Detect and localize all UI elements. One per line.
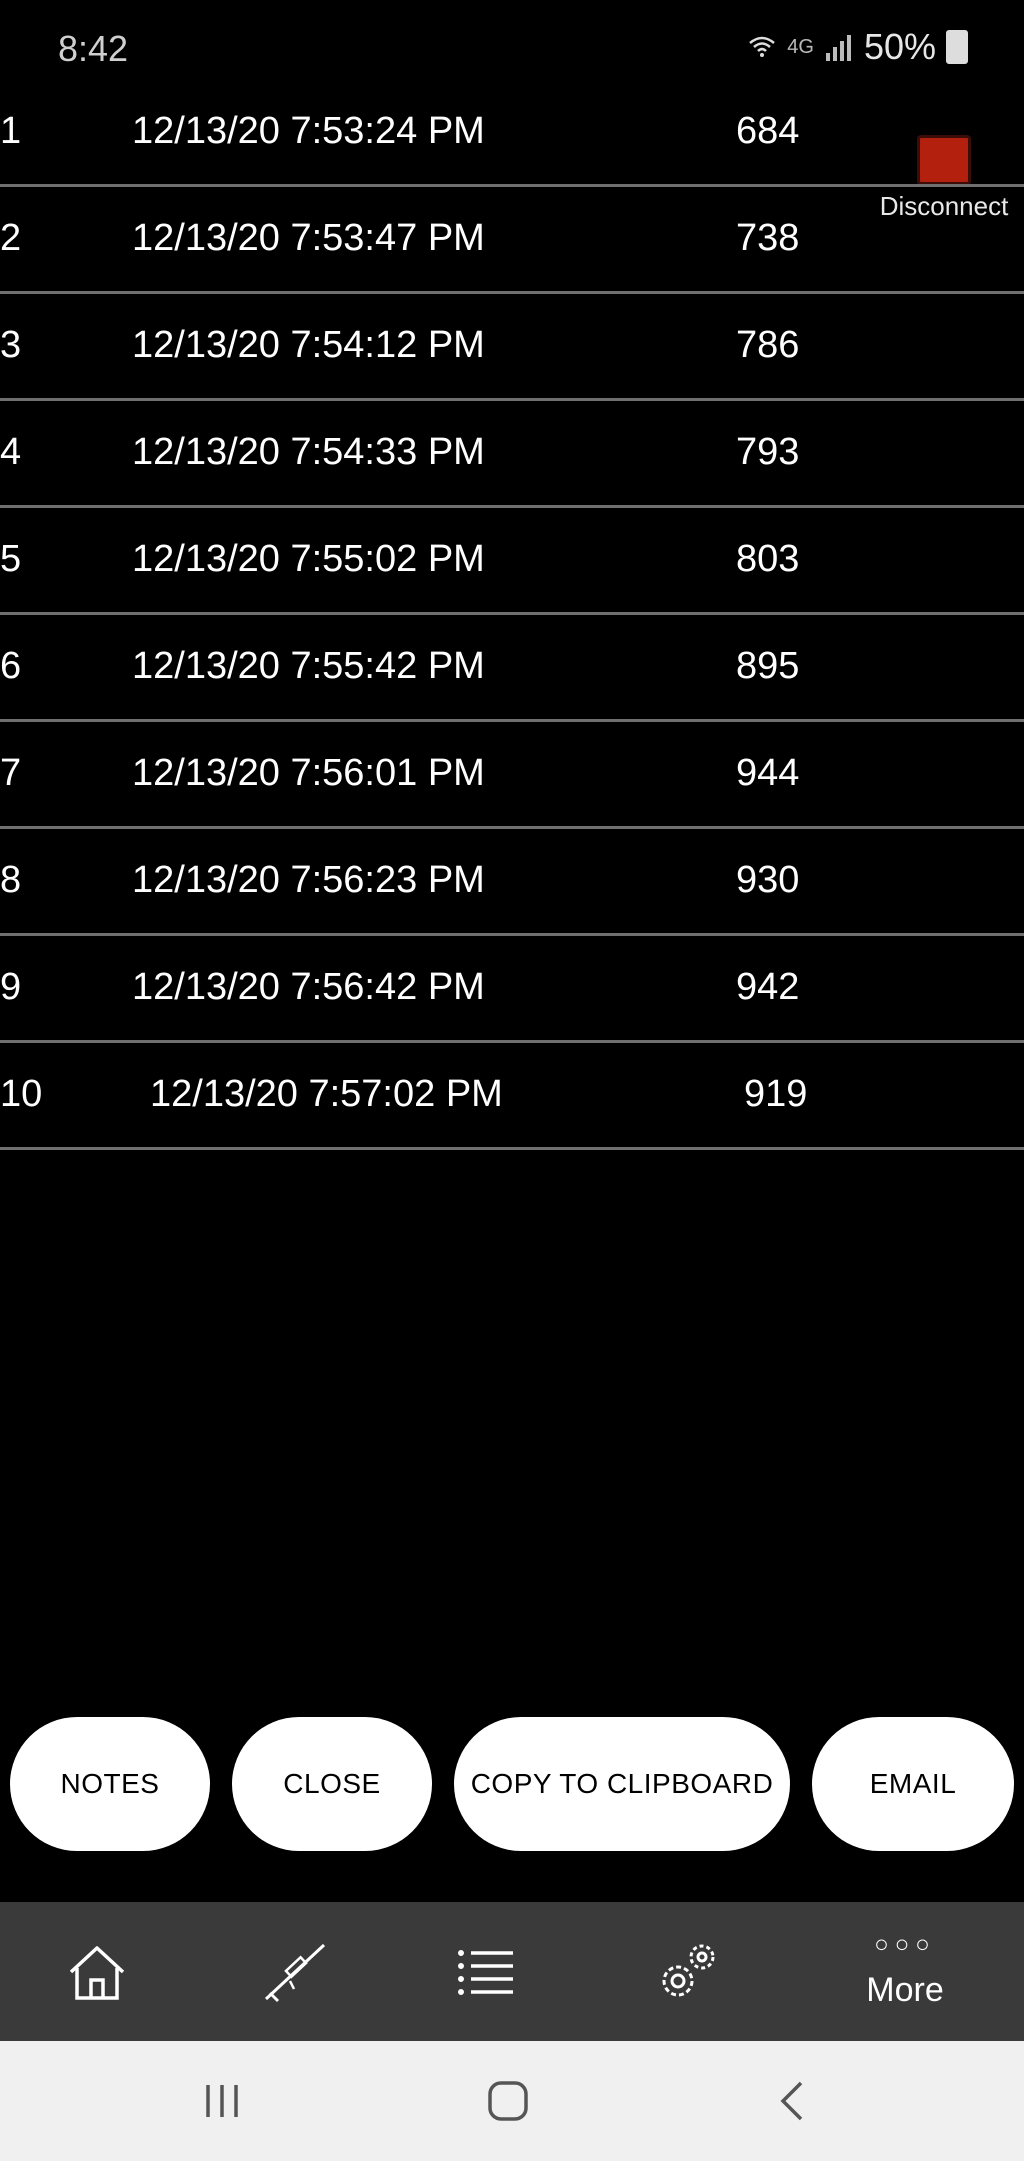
action-buttons: NOTES CLOSE COPY TO CLIPBOARD EMAIL	[10, 1717, 1014, 1851]
home-icon	[69, 1945, 125, 2000]
table-row[interactable]: 10 12/13/20 7:57:02 PM 919	[0, 1043, 1024, 1150]
recent-apps-button[interactable]	[142, 2041, 302, 2161]
row-value: 786	[736, 324, 800, 366]
row-index: 1	[0, 110, 22, 152]
row-index: 5	[0, 538, 22, 580]
table-row[interactable]: 5 12/13/20 7:55:02 PM 803	[0, 508, 1024, 615]
row-index: 4	[0, 431, 22, 473]
row-value: 738	[736, 217, 800, 259]
copy-to-clipboard-button[interactable]: COPY TO CLIPBOARD	[454, 1717, 790, 1851]
tab-settings[interactable]	[612, 1902, 762, 2041]
row-index: 3	[0, 324, 22, 366]
status-time: 8:42	[58, 28, 129, 69]
row-value: 895	[736, 645, 800, 687]
row-time: 12/13/20 7:53:24 PM	[132, 110, 485, 152]
table-row[interactable]: 2 12/13/20 7:53:47 PM 738	[0, 187, 1024, 294]
wifi-icon	[749, 36, 776, 57]
table-row[interactable]: 4 12/13/20 7:54:33 PM 793	[0, 401, 1024, 508]
battery-icon	[946, 30, 968, 64]
row-time: 12/13/20 7:57:02 PM	[150, 1073, 503, 1115]
table-row[interactable]: 1 12/13/20 7:53:24 PM 684	[0, 80, 1024, 187]
row-index: 8	[0, 859, 22, 901]
row-value: 930	[736, 859, 800, 901]
row-index: 7	[0, 752, 22, 794]
tab-more[interactable]: ○○○ More	[830, 1902, 980, 2041]
row-value: 793	[736, 431, 800, 473]
tab-rifle[interactable]	[220, 1902, 370, 2041]
back-icon	[780, 2081, 803, 2121]
row-index: 9	[0, 966, 22, 1008]
row-value: 803	[736, 538, 800, 580]
row-time: 12/13/20 7:56:01 PM	[132, 752, 485, 794]
row-index: 6	[0, 645, 22, 687]
tab-list[interactable]	[412, 1902, 562, 2041]
row-time: 12/13/20 7:55:02 PM	[132, 538, 485, 580]
row-time: 12/13/20 7:56:42 PM	[132, 966, 485, 1008]
table-row[interactable]: 6 12/13/20 7:55:42 PM 895	[0, 615, 1024, 722]
home-circle-icon	[488, 2081, 528, 2121]
signal-icon	[825, 35, 851, 61]
more-dots-icon: ○○○	[874, 1931, 936, 1958]
close-button[interactable]: CLOSE	[232, 1717, 432, 1851]
row-time: 12/13/20 7:53:47 PM	[132, 217, 485, 259]
status-icons: 4G 50%	[747, 26, 968, 68]
row-time: 12/13/20 7:54:12 PM	[132, 324, 485, 366]
row-time: 12/13/20 7:55:42 PM	[132, 645, 485, 687]
table-row[interactable]: 3 12/13/20 7:54:12 PM 786	[0, 294, 1024, 401]
recent-apps-icon	[206, 2085, 238, 2117]
row-value: 684	[736, 110, 800, 152]
system-nav-bar	[0, 2041, 1024, 2161]
tab-home[interactable]	[22, 1902, 172, 2041]
row-index: 2	[0, 217, 22, 259]
battery-percent: 50%	[863, 26, 936, 67]
row-value: 942	[736, 966, 800, 1008]
bottom-tab-bar: ○○○ More	[0, 1902, 1024, 2041]
network-label: 4G	[787, 35, 814, 58]
table-row[interactable]: 8 12/13/20 7:56:23 PM 930	[0, 829, 1024, 936]
home-nav-button[interactable]	[428, 2041, 588, 2161]
row-time: 12/13/20 7:54:33 PM	[132, 431, 485, 473]
row-index: 10	[0, 1073, 43, 1115]
email-button[interactable]: EMAIL	[812, 1717, 1014, 1851]
row-time: 12/13/20 7:56:23 PM	[132, 859, 485, 901]
back-button[interactable]	[712, 2041, 872, 2161]
table-row[interactable]: 7 12/13/20 7:56:01 PM 944	[0, 722, 1024, 829]
list-icon	[458, 1949, 513, 1995]
more-label: More	[866, 1971, 944, 2009]
notes-button[interactable]: NOTES	[10, 1717, 210, 1851]
row-value: 944	[736, 752, 800, 794]
shot-table: 1 12/13/20 7:53:24 PM 684 2 12/13/20 7:5…	[0, 80, 1024, 1150]
row-value: 919	[744, 1073, 808, 1115]
table-row[interactable]: 9 12/13/20 7:56:42 PM 942	[0, 936, 1024, 1043]
gear-icon	[662, 1944, 715, 1996]
rifle-scope-icon	[264, 1943, 326, 2002]
